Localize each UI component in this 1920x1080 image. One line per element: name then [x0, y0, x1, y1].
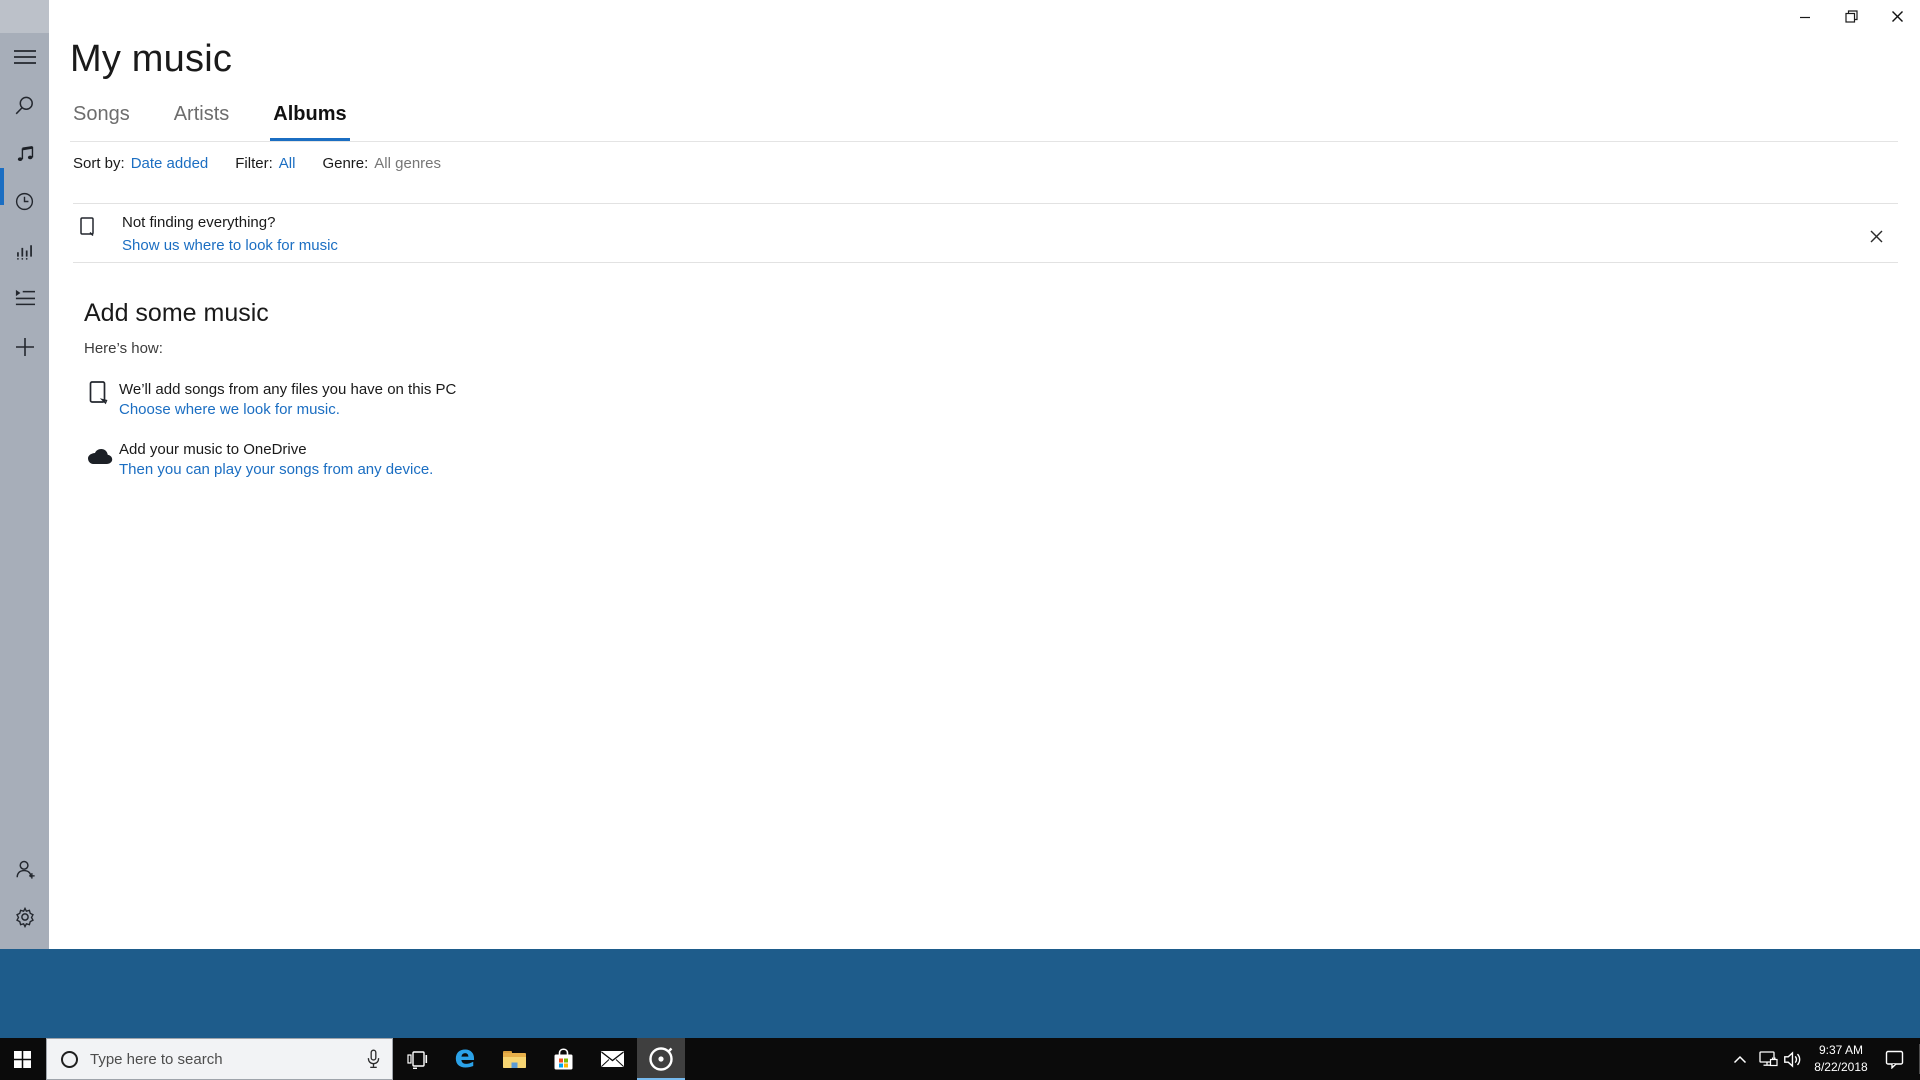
- music-note-icon: [17, 145, 34, 161]
- title-bar-corner: [0, 0, 49, 33]
- sidebar-item-new-playlist[interactable]: [0, 327, 49, 367]
- network-icon: [1758, 1050, 1778, 1066]
- tray-time: 9:37 AM: [1818, 1043, 1864, 1057]
- task-view-icon: [406, 1050, 427, 1069]
- pc-device-icon: [79, 217, 95, 241]
- sidebar-item-settings[interactable]: [0, 897, 49, 937]
- sidebar-item-sign-in[interactable]: [0, 849, 49, 889]
- start-button[interactable]: [0, 1038, 44, 1080]
- close-icon: [1891, 11, 1903, 22]
- groove-music-icon: [649, 1047, 673, 1071]
- taskbar-app-groove-music[interactable]: [637, 1038, 685, 1080]
- taskbar: e: [0, 1038, 1920, 1080]
- hidden-icons-button[interactable]: [1726, 1038, 1754, 1080]
- taskbar-clock[interactable]: 9:37 AM 8/22/2018: [1805, 1042, 1877, 1076]
- speaker-icon: [1784, 1050, 1801, 1068]
- hamburger-icon: [13, 50, 36, 64]
- recent-clock-icon: [15, 192, 34, 210]
- microphone-icon[interactable]: [367, 1049, 380, 1069]
- show-us-where-link[interactable]: Show us where to look for music: [122, 237, 338, 254]
- search-input[interactable]: [90, 1050, 367, 1068]
- sidebar-item-my-music[interactable]: [0, 133, 49, 173]
- notification-title: Not finding everything?: [122, 214, 276, 231]
- chevron-up-icon: [1733, 1055, 1747, 1063]
- onedrive-cloud-icon: [86, 447, 113, 470]
- close-button[interactable]: [1874, 0, 1920, 33]
- tab-artists[interactable]: Artists: [171, 103, 233, 141]
- minimize-icon: [1800, 16, 1810, 18]
- add-plus-icon: [15, 338, 34, 356]
- title-bar: [49, 0, 1920, 37]
- close-icon: [1870, 230, 1882, 242]
- pc-icon: [88, 380, 108, 410]
- hamburger-menu-button[interactable]: [0, 37, 49, 77]
- store-icon: [554, 1048, 572, 1070]
- window-controls: [1782, 0, 1920, 33]
- taskbar-app-file-explorer[interactable]: [490, 1038, 538, 1080]
- minimize-button[interactable]: [1782, 0, 1828, 33]
- sidebar-item-now-playing[interactable]: [0, 230, 49, 270]
- add-to-onedrive-title: Add your music to OneDrive: [119, 441, 307, 458]
- tab-songs[interactable]: Songs: [70, 103, 133, 141]
- taskbar-app-store[interactable]: [539, 1038, 587, 1080]
- task-view-button[interactable]: [393, 1038, 441, 1080]
- filter-label: Filter:: [235, 155, 273, 172]
- sidebar-item-search[interactable]: [0, 85, 49, 125]
- tab-strip: Songs Artists Albums: [70, 103, 388, 141]
- cortana-icon: [61, 1050, 78, 1068]
- sign-in-person-icon: [15, 860, 35, 879]
- mail-icon: [600, 1051, 624, 1067]
- search-icon: [15, 96, 33, 114]
- choose-where-link[interactable]: Choose where we look for music.: [119, 401, 340, 418]
- sidebar: [0, 33, 49, 949]
- filter-bar: Sort by: Date added Filter: All Genre: A…: [73, 155, 441, 172]
- edge-icon: e: [454, 1038, 476, 1075]
- playlist-icon: [15, 289, 35, 306]
- action-center-icon: [1885, 1050, 1903, 1069]
- add-from-pc-title: We’ll add songs from any files you have …: [119, 381, 457, 398]
- sidebar-item-playlists[interactable]: [0, 278, 49, 318]
- page-title: My music: [70, 38, 233, 80]
- restore-button[interactable]: [1828, 0, 1874, 33]
- dismiss-notification-button[interactable]: [1866, 226, 1886, 246]
- windows-logo-icon: [13, 1050, 31, 1068]
- main-content: My music Songs Artists Albums Sort by: D…: [49, 37, 1920, 949]
- filter-value[interactable]: All: [279, 155, 296, 172]
- genre-value[interactable]: All genres: [374, 155, 441, 172]
- restore-icon: [1844, 10, 1858, 23]
- taskbar-app-edge[interactable]: e: [441, 1038, 489, 1080]
- file-explorer-icon: [502, 1051, 526, 1068]
- sort-by-value[interactable]: Date added: [131, 155, 209, 172]
- now-playing-icon: [17, 244, 32, 260]
- taskbar-search[interactable]: [46, 1038, 393, 1080]
- taskbar-app-mail[interactable]: [588, 1038, 636, 1080]
- network-tray-button[interactable]: [1754, 1038, 1782, 1080]
- tray-date: 8/22/2018: [1814, 1060, 1868, 1074]
- genre-label: Genre:: [322, 155, 369, 172]
- volume-tray-button[interactable]: [1780, 1038, 1808, 1080]
- action-center-button[interactable]: [1880, 1038, 1908, 1080]
- tab-albums[interactable]: Albums: [270, 103, 350, 141]
- play-from-any-device-link[interactable]: Then you can play your songs from any de…: [119, 461, 433, 478]
- sidebar-item-recent-plays[interactable]: [0, 181, 49, 221]
- tabs-divider: [70, 141, 1898, 142]
- add-music-heading: Add some music: [84, 299, 269, 327]
- sort-by-label: Sort by:: [73, 155, 125, 172]
- add-music-subheading: Here’s how:: [84, 340, 163, 357]
- playback-bar: [0, 949, 1920, 1038]
- settings-gear-icon: [15, 906, 34, 928]
- notification-banner: Not finding everything? Show us where to…: [73, 203, 1898, 263]
